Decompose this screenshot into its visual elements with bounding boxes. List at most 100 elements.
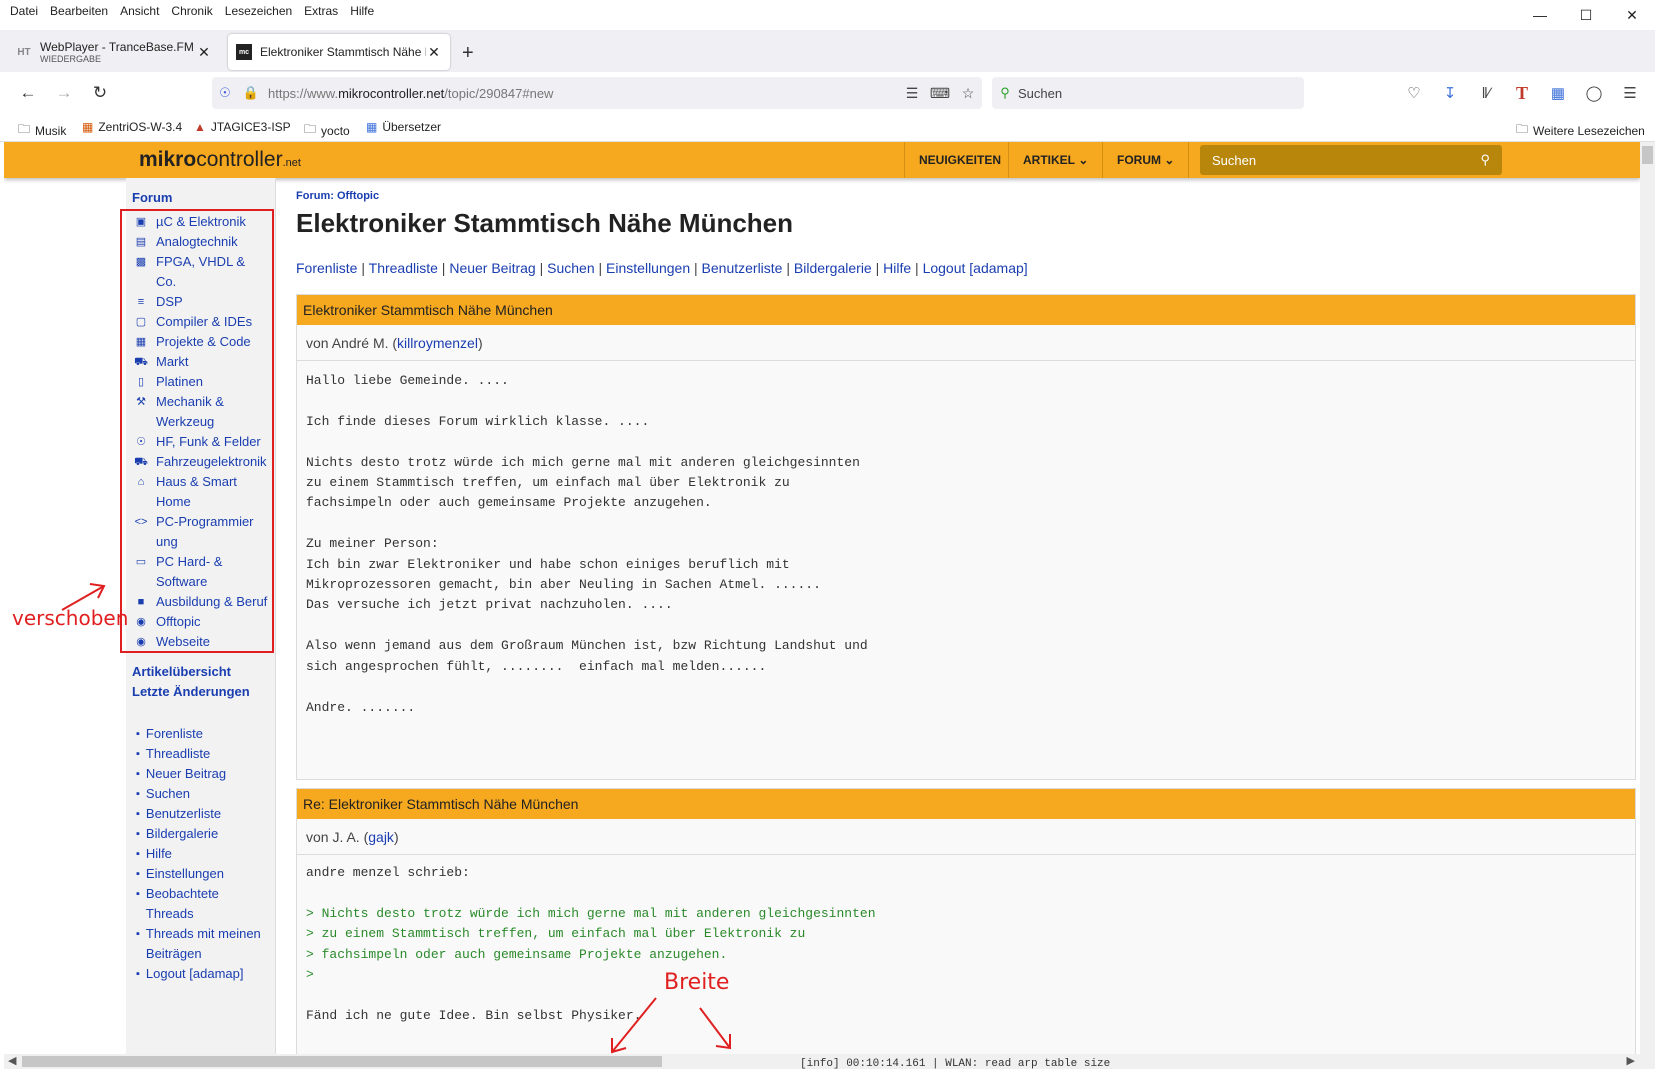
bookmark-musik[interactable]: 🗀 Musik [18, 120, 66, 141]
pocket-icon[interactable]: ♡ [1396, 80, 1432, 106]
bookmark-zentrios[interactable]: ▦ ZentriOS-W-3.4 [82, 120, 182, 134]
translate-icon[interactable]: ⌨ [926, 85, 954, 102]
sidebar-link[interactable]: Bildergalerie [136, 824, 276, 844]
sidebar-main-links: Artikelübersicht Letzte Änderungen [132, 662, 274, 702]
link-threadliste[interactable]: Threadliste [369, 260, 438, 276]
reader-mode-icon[interactable]: ☰ [898, 85, 926, 102]
breadcrumb[interactable]: Forum: Offtopic [296, 190, 379, 202]
tab-title: Elektroniker Stammtisch Nähe M [260, 45, 426, 59]
sidebar-link[interactable]: Threads mit meinen Beiträgen [136, 924, 276, 964]
bookmark-uebersetzer[interactable]: ▦ Übersetzer [366, 120, 441, 134]
link-suchen[interactable]: Suchen [547, 260, 594, 276]
back-icon[interactable]: ← [14, 80, 42, 106]
chevron-down-icon: ⌄ [1164, 153, 1175, 167]
username-link[interactable]: killroymenzel [397, 335, 478, 351]
shield-icon[interactable]: ☉ [212, 85, 238, 101]
link-logout[interactable]: Logout [adamap] [923, 260, 1028, 276]
page-title: Elektroniker Stammtisch Nähe München [296, 208, 794, 238]
annotation-arrow [61, 583, 106, 611]
annotation-arrows [611, 997, 731, 1054]
menu-chronik[interactable]: Chronik [171, 4, 212, 18]
toolbar-right: ♡ ↧ ‖∕ T ▦ ◯ ☰ [1396, 80, 1648, 106]
minimize-icon[interactable]: — [1517, 0, 1563, 30]
folder-icon: 🗀 [1516, 122, 1529, 136]
tab-favicon-icon: HT [17, 46, 31, 58]
close-window-icon[interactable]: ✕ [1609, 0, 1655, 30]
microchip-icon: ▲ [194, 120, 206, 134]
scroll-right-icon[interactable]: ▶ [1627, 1054, 1635, 1067]
sidebar-link[interactable]: Suchen [136, 784, 276, 804]
sidebar-title[interactable]: Forum [132, 190, 172, 205]
menu-lesezeichen[interactable]: Lesezeichen [225, 4, 292, 18]
library-icon[interactable]: ‖∕ [1468, 80, 1504, 106]
bookmark-weitere[interactable]: 🗀 Weitere Lesezeichen [1516, 120, 1645, 141]
close-tab-icon[interactable]: ✕ [196, 44, 212, 61]
nav-artikel[interactable]: ARTIKEL ⌄ [1008, 142, 1102, 178]
tab-webplayer[interactable]: HT WebPlayer - TranceBase.FM - WWIEDERGA… [8, 34, 220, 70]
link-neuer-beitrag[interactable]: Neuer Beitrag [449, 260, 535, 276]
sidebar-link-artikeluebersicht[interactable]: Artikelübersicht [132, 662, 274, 682]
browser-search-input[interactable]: ⚲ Suchen [992, 77, 1304, 109]
tab-bar: HT WebPlayer - TranceBase.FM - WWIEDERGA… [0, 30, 1655, 72]
folder-icon: 🗀 [18, 122, 31, 136]
post: Re: Elektroniker Stammtisch Nähe München… [296, 788, 1636, 1069]
url-bar[interactable]: ☉ 🔒 https://www.mikrocontroller.net/topi… [212, 77, 982, 109]
reload-icon[interactable]: ↻ [86, 80, 114, 106]
username-link[interactable]: gajk [368, 829, 394, 845]
extension-t-icon[interactable]: T [1504, 80, 1540, 106]
bookmark-yocto[interactable]: 🗀 yocto [304, 120, 350, 141]
scroll-thumb[interactable] [1642, 146, 1653, 164]
post: Elektroniker Stammtisch Nähe München von… [296, 294, 1636, 780]
quoted-text: > Nichts desto trotz würde ich mich gern… [306, 905, 876, 983]
link-benutzerliste[interactable]: Benutzerliste [702, 260, 783, 276]
annotation-box [120, 209, 274, 653]
sidebar-link[interactable]: Einstellungen [136, 864, 276, 884]
forward-icon[interactable]: → [50, 80, 78, 106]
sidebar-link[interactable]: Forenliste [136, 724, 276, 744]
link-einstellungen[interactable]: Einstellungen [606, 260, 690, 276]
link-hilfe[interactable]: Hilfe [883, 260, 911, 276]
vertical-scrollbar[interactable] [1640, 142, 1655, 1054]
menu-ansicht[interactable]: Ansicht [120, 4, 159, 18]
hamburger-menu-icon[interactable]: ☰ [1612, 80, 1648, 106]
tab-stammtisch[interactable]: mc Elektroniker Stammtisch Nähe M ✕ [228, 34, 450, 70]
sidebar-link-letzte-aenderungen[interactable]: Letzte Änderungen [132, 682, 274, 702]
bookmark-jtagice3[interactable]: ▲ JTAGICE3-ISP [194, 120, 291, 134]
thread-links: Forenliste | Threadliste | Neuer Beitrag… [296, 260, 1028, 276]
lock-icon[interactable]: 🔒 [238, 85, 264, 101]
menu-bearbeiten[interactable]: Bearbeiten [50, 4, 108, 18]
sidebar-link[interactable]: Threadliste [136, 744, 276, 764]
download-icon[interactable]: ↧ [1432, 80, 1468, 106]
post-author: von J. A. (gajk) [297, 819, 1635, 855]
sidebar-link[interactable]: Beobachtete Threads [136, 884, 276, 924]
quote-intro: andre menzel schrieb: [306, 865, 470, 880]
sidebar-link[interactable]: Logout [adamap] [136, 964, 276, 984]
browser-search-placeholder: Suchen [1018, 85, 1063, 101]
tab-title: WebPlayer - TranceBase.FM - W [40, 40, 196, 54]
extension-info-icon[interactable]: ◯ [1576, 80, 1612, 106]
nav-neuigkeiten[interactable]: NEUIGKEITEN [904, 142, 1015, 178]
reply-text: Fänd ich ne gute Idee. Bin selbst Physik… [306, 1007, 642, 1023]
url-text[interactable]: https://www.mikrocontroller.net/topic/29… [268, 86, 898, 101]
link-bildergalerie[interactable]: Bildergalerie [794, 260, 872, 276]
link-forenliste[interactable]: Forenliste [296, 260, 357, 276]
site-logo[interactable]: mikrocontroller.net [139, 148, 301, 172]
post-body: andre menzel schrieb: > Nichts desto tro… [297, 855, 1635, 1026]
sidebar-link[interactable]: Hilfe [136, 844, 276, 864]
post-subject: Elektroniker Stammtisch Nähe München [297, 295, 1635, 325]
nav-forum[interactable]: FORUM ⌄ [1102, 142, 1190, 178]
bookmark-star-icon[interactable]: ☆ [954, 85, 982, 102]
menu-extras[interactable]: Extras [304, 4, 338, 18]
menu-hilfe[interactable]: Hilfe [350, 4, 374, 18]
site-search-input[interactable]: Suchen ⚲ [1200, 145, 1502, 175]
scroll-thumb[interactable] [22, 1056, 662, 1067]
search-icon[interactable]: ⚲ [1480, 152, 1490, 168]
menu-datei[interactable]: Datei [10, 4, 38, 18]
maximize-icon[interactable]: ☐ [1563, 0, 1609, 30]
scroll-left-icon[interactable]: ◀ [8, 1054, 16, 1067]
sidebar-link[interactable]: Benutzerliste [136, 804, 276, 824]
new-tab-icon[interactable]: + [462, 42, 474, 65]
close-tab-icon[interactable]: ✕ [426, 44, 442, 61]
translator-extension-icon[interactable]: ▦ [1540, 80, 1576, 106]
sidebar-link[interactable]: Neuer Beitrag [136, 764, 276, 784]
